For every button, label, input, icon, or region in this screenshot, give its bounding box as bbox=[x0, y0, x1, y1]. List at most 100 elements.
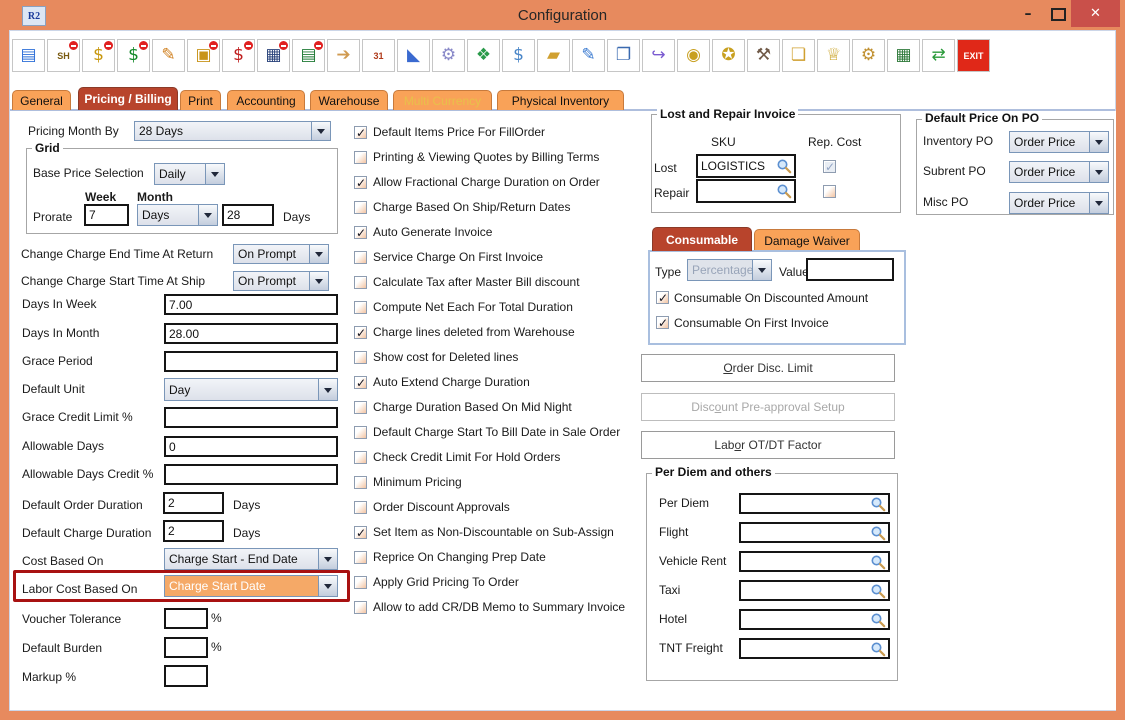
chevron-down-icon[interactable] bbox=[1089, 162, 1108, 182]
tab-damage-waiver[interactable]: Damage Waiver bbox=[754, 229, 860, 251]
export-document-button[interactable]: ↪ bbox=[642, 39, 675, 72]
search-icon[interactable] bbox=[870, 583, 886, 599]
default-charge-duration-input[interactable]: 2 bbox=[163, 520, 224, 542]
search-icon[interactable] bbox=[776, 183, 792, 199]
scanner-settings-button[interactable]: ⚒ bbox=[747, 39, 780, 72]
rate-grid-button[interactable]: ▦ bbox=[257, 39, 290, 72]
window-edit-button[interactable]: ✎ bbox=[572, 39, 605, 72]
chevron-down-icon[interactable] bbox=[205, 164, 224, 184]
voucher-tolerance-input[interactable] bbox=[164, 608, 208, 629]
tab-print[interactable]: Print bbox=[180, 90, 221, 110]
grace-credit-limit-input[interactable] bbox=[164, 407, 338, 428]
per-diem-lookup-input-5[interactable] bbox=[739, 638, 890, 659]
calendar-button[interactable]: 31 bbox=[362, 39, 395, 72]
exit-button[interactable]: EXIT bbox=[957, 39, 990, 72]
price-tag-button[interactable]: $ bbox=[502, 39, 535, 72]
tab-general[interactable]: General bbox=[12, 90, 71, 110]
tab-pricing-billing[interactable]: Pricing / Billing bbox=[78, 87, 178, 110]
tab-accounting[interactable]: Accounting bbox=[227, 90, 305, 110]
per-diem-lookup-input-4[interactable] bbox=[739, 609, 890, 630]
pricing-month-by-dropdown[interactable]: 28 Days bbox=[134, 121, 331, 141]
ledger-button[interactable]: ▤ bbox=[292, 39, 325, 72]
change-end-time-dropdown[interactable]: On Prompt bbox=[233, 244, 329, 264]
close-button[interactable]: ✕ bbox=[1071, 0, 1120, 27]
option-checkbox-13[interactable] bbox=[354, 451, 367, 464]
option-checkbox-14[interactable] bbox=[354, 476, 367, 489]
po-price-dropdown-2[interactable]: Order Price bbox=[1009, 192, 1109, 214]
chevron-down-icon[interactable] bbox=[309, 245, 328, 263]
tab-consumable[interactable]: Consumable bbox=[652, 227, 752, 251]
prorate-month-unit-dropdown[interactable]: Days bbox=[137, 204, 218, 226]
search-icon[interactable] bbox=[870, 641, 886, 657]
edit-notes-button[interactable]: ✎ bbox=[152, 39, 185, 72]
calculator-settings-button[interactable]: ▦ bbox=[887, 39, 920, 72]
option-checkbox-8[interactable] bbox=[354, 326, 367, 339]
cash-deposit-button[interactable]: $ bbox=[82, 39, 115, 72]
per-diem-lookup-input-3[interactable] bbox=[739, 580, 890, 601]
labor-otdt-factor-button[interactable]: Labor OT/DT Factor bbox=[641, 431, 895, 459]
allowable-days-credit-input[interactable] bbox=[164, 464, 338, 485]
search-icon[interactable] bbox=[870, 612, 886, 628]
maximize-button[interactable] bbox=[1044, 0, 1072, 28]
settings-gears-button[interactable]: ⚙ bbox=[432, 39, 465, 72]
chevron-down-icon[interactable] bbox=[318, 576, 337, 596]
labor-cost-based-on-dropdown[interactable]: Charge Start Date bbox=[164, 575, 338, 597]
option-checkbox-1[interactable] bbox=[354, 151, 367, 164]
option-checkbox-18[interactable] bbox=[354, 576, 367, 589]
ship-order-button[interactable]: SH bbox=[47, 39, 80, 72]
search-icon[interactable] bbox=[870, 525, 886, 541]
option-checkbox-15[interactable] bbox=[354, 501, 367, 514]
consumable-discounted-checkbox[interactable] bbox=[656, 291, 669, 304]
grace-period-input[interactable] bbox=[164, 351, 338, 372]
days-in-month-input[interactable]: 28.00 bbox=[164, 323, 338, 344]
tab-warehouse[interactable]: Warehouse bbox=[310, 90, 388, 110]
chevron-down-icon[interactable] bbox=[318, 549, 337, 569]
chevron-down-icon[interactable] bbox=[318, 379, 337, 400]
chevron-down-icon[interactable] bbox=[198, 205, 217, 225]
change-start-time-dropdown[interactable]: On Prompt bbox=[233, 271, 329, 291]
chevron-down-icon[interactable] bbox=[311, 122, 330, 140]
option-checkbox-4[interactable] bbox=[354, 226, 367, 239]
chevron-down-icon[interactable] bbox=[1089, 132, 1108, 152]
folder-lock-button[interactable]: ❏ bbox=[782, 39, 815, 72]
cost-based-on-dropdown[interactable]: Charge Start - End Date bbox=[164, 548, 338, 570]
option-checkbox-10[interactable] bbox=[354, 376, 367, 389]
order-form-button[interactable]: ▣ bbox=[187, 39, 220, 72]
chevron-down-icon[interactable] bbox=[1089, 193, 1108, 213]
data-transfer-button[interactable]: ⇄ bbox=[922, 39, 955, 72]
option-checkbox-11[interactable] bbox=[354, 401, 367, 414]
prorate-month-input[interactable]: 28 bbox=[222, 204, 274, 226]
color-cubes-button[interactable]: ❖ bbox=[467, 39, 500, 72]
search-icon[interactable] bbox=[870, 554, 886, 570]
folder-tags-button[interactable]: ▰ bbox=[537, 39, 570, 72]
shield-search-button[interactable]: ◉ bbox=[677, 39, 710, 72]
option-checkbox-7[interactable] bbox=[354, 301, 367, 314]
option-checkbox-16[interactable] bbox=[354, 526, 367, 539]
search-icon[interactable] bbox=[776, 158, 792, 174]
value-input[interactable] bbox=[806, 258, 894, 281]
payables-button[interactable]: $ bbox=[222, 39, 255, 72]
order-disc-limit-button[interactable]: Order Disc. Limit bbox=[641, 354, 895, 382]
save-button[interactable]: ▤ bbox=[12, 39, 45, 72]
search-icon[interactable] bbox=[870, 496, 886, 512]
login-lock-button[interactable]: ➔ bbox=[327, 39, 360, 72]
allowable-days-input[interactable]: 0 bbox=[164, 436, 338, 457]
consumable-first-invoice-checkbox[interactable] bbox=[656, 316, 669, 329]
po-price-dropdown-1[interactable]: Order Price bbox=[1009, 161, 1109, 183]
copy-document-button[interactable]: ❐ bbox=[607, 39, 640, 72]
tab-physical-inventory[interactable]: Physical Inventory bbox=[497, 90, 624, 110]
base-price-selection-dropdown[interactable]: Daily bbox=[154, 163, 225, 185]
days-in-week-input[interactable]: 7.00 bbox=[164, 294, 338, 315]
option-checkbox-6[interactable] bbox=[354, 276, 367, 289]
option-checkbox-0[interactable] bbox=[354, 126, 367, 139]
prorate-week-input[interactable]: 7 bbox=[84, 204, 129, 226]
option-checkbox-12[interactable] bbox=[354, 426, 367, 439]
folder-settings-button[interactable]: ⚙ bbox=[852, 39, 885, 72]
set-square-button[interactable]: ◣ bbox=[397, 39, 430, 72]
per-diem-lookup-input-0[interactable] bbox=[739, 493, 890, 514]
chevron-down-icon[interactable] bbox=[309, 272, 328, 290]
option-checkbox-5[interactable] bbox=[354, 251, 367, 264]
po-price-dropdown-0[interactable]: Order Price bbox=[1009, 131, 1109, 153]
statue-award-button[interactable]: ♕ bbox=[817, 39, 850, 72]
repair-sku-input[interactable] bbox=[696, 179, 796, 203]
